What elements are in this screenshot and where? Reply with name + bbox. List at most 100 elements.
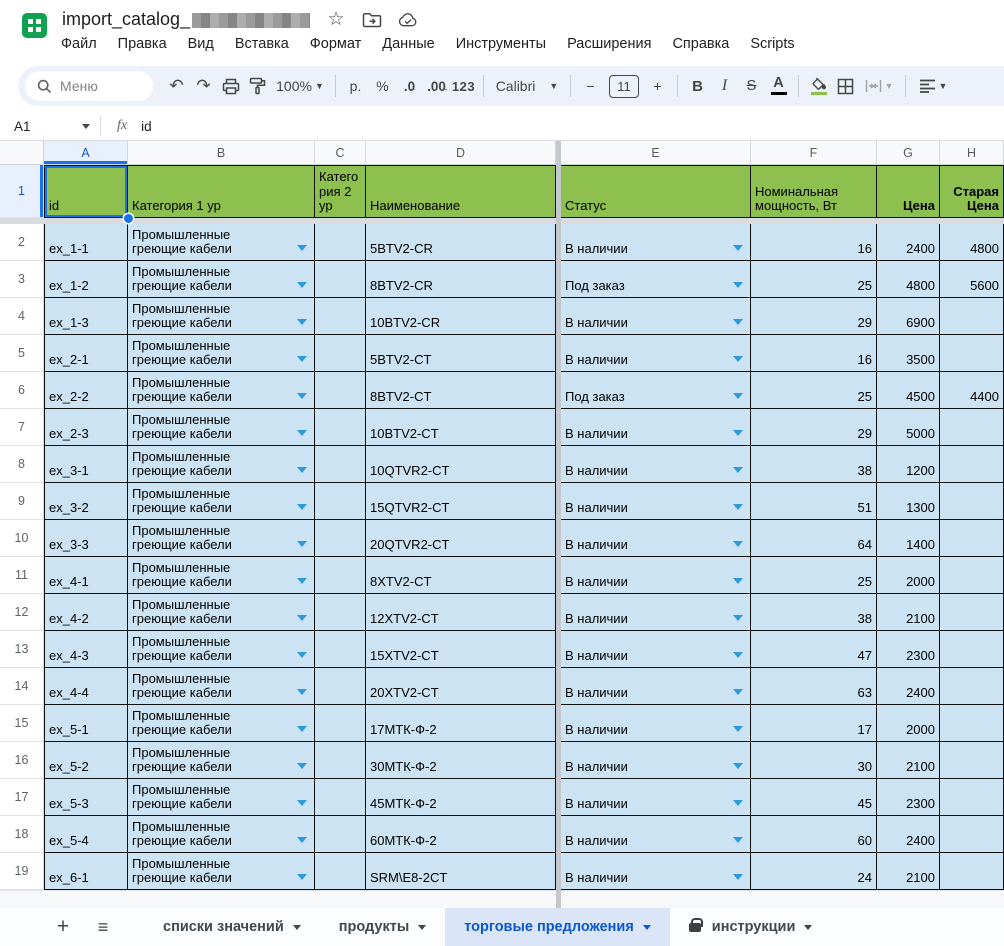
dropdown-arrow-icon[interactable]: [733, 319, 743, 325]
cell-id[interactable]: ex_4-2: [44, 594, 128, 631]
dropdown-arrow-icon[interactable]: [297, 541, 307, 547]
column-header-E[interactable]: E: [561, 141, 751, 165]
cell-id[interactable]: ex_3-2: [44, 483, 128, 520]
cell-status[interactable]: В наличии: [561, 705, 751, 742]
cell-price[interactable]: 2100: [877, 853, 940, 890]
cell-old-price[interactable]: [940, 483, 1004, 520]
cell-category1[interactable]: Промышленные греющие кабели: [128, 372, 315, 409]
cell-old-price[interactable]: 4400: [940, 372, 1004, 409]
font-size-input[interactable]: 11: [609, 75, 639, 98]
cell-category1[interactable]: Промышленные греющие кабели: [128, 779, 315, 816]
cell-price[interactable]: 2100: [877, 742, 940, 779]
dropdown-arrow-icon[interactable]: [297, 245, 307, 251]
cell-category1[interactable]: Промышленные греющие кабели: [128, 520, 315, 557]
cell-power[interactable]: 17: [751, 705, 877, 742]
row-header[interactable]: 4: [0, 298, 44, 335]
cell-status[interactable]: В наличии: [561, 779, 751, 816]
cell-category2[interactable]: [315, 705, 366, 742]
menu-item[interactable]: Вставка: [235, 36, 289, 52]
dropdown-arrow-icon[interactable]: [297, 615, 307, 621]
cell-status[interactable]: В наличии: [561, 520, 751, 557]
cell-price[interactable]: 1200: [877, 446, 940, 483]
cell-category2[interactable]: [315, 557, 366, 594]
column-header-D[interactable]: D: [366, 141, 556, 165]
cell-power[interactable]: 16: [751, 335, 877, 372]
row-header[interactable]: 5: [0, 335, 44, 372]
cell-category1[interactable]: Промышленные греющие кабели: [128, 483, 315, 520]
percent-format-button[interactable]: %: [369, 73, 396, 100]
cell-status[interactable]: В наличии: [561, 668, 751, 705]
menu-item[interactable]: Инструменты: [456, 36, 546, 52]
cell-status[interactable]: В наличии: [561, 631, 751, 668]
cell-old-price[interactable]: [940, 409, 1004, 446]
dropdown-arrow-icon[interactable]: [297, 430, 307, 436]
dropdown-arrow-icon[interactable]: [733, 282, 743, 288]
cell-name[interactable]: SRM\E8-2CT: [366, 853, 556, 890]
decrease-decimal-button[interactable]: .0←: [396, 73, 423, 100]
cell-category1[interactable]: Промышленные греющие кабели: [128, 335, 315, 372]
cell-id-header[interactable]: id: [44, 165, 128, 218]
dropdown-arrow-icon[interactable]: [297, 467, 307, 473]
cell-power[interactable]: 24: [751, 853, 877, 890]
cell-category2[interactable]: [315, 742, 366, 779]
cell-old-price[interactable]: [940, 631, 1004, 668]
merge-cells-button[interactable]: ▼: [859, 73, 899, 100]
dropdown-arrow-icon[interactable]: [733, 541, 743, 547]
search-input[interactable]: Меню: [25, 71, 153, 101]
cell-category2[interactable]: [315, 520, 366, 557]
dropdown-arrow-icon[interactable]: [733, 615, 743, 621]
cell-category2[interactable]: [315, 816, 366, 853]
row-header[interactable]: 16: [0, 742, 44, 779]
fill-handle[interactable]: [124, 214, 133, 223]
cell-category2[interactable]: [315, 594, 366, 631]
menu-item[interactable]: Справка: [672, 36, 729, 52]
cell-power[interactable]: 38: [751, 446, 877, 483]
dropdown-arrow-icon[interactable]: [297, 652, 307, 658]
cell-name[interactable]: 8XTV2-CT: [366, 557, 556, 594]
cell-id[interactable]: ex_1-2: [44, 261, 128, 298]
cell-id[interactable]: ex_5-2: [44, 742, 128, 779]
dropdown-arrow-icon[interactable]: [733, 800, 743, 806]
cell-category2[interactable]: [315, 483, 366, 520]
cell-category2[interactable]: [315, 261, 366, 298]
bold-button[interactable]: B: [684, 73, 711, 100]
cell-category1[interactable]: Промышленные греющие кабели: [128, 557, 315, 594]
cell-category2[interactable]: [315, 224, 366, 261]
dropdown-arrow-icon[interactable]: [733, 430, 743, 436]
cell-name[interactable]: 30МТК-Ф-2: [366, 742, 556, 779]
cell-category2[interactable]: [315, 853, 366, 890]
column-header-B[interactable]: B: [128, 141, 315, 165]
row-header[interactable]: 15: [0, 705, 44, 742]
row-header[interactable]: 18: [0, 816, 44, 853]
cell-id[interactable]: ex_3-3: [44, 520, 128, 557]
cell-id[interactable]: ex_1-3: [44, 298, 128, 335]
cell-category1-header[interactable]: Категория 1 ур: [128, 165, 315, 218]
chevron-down-icon[interactable]: [418, 925, 426, 930]
cell-status[interactable]: В наличии: [561, 594, 751, 631]
cell-category1[interactable]: Промышленные греющие кабели: [128, 816, 315, 853]
cell-status-header[interactable]: Статус: [561, 165, 751, 218]
cell-category2-header[interactable]: Категория 2 ур: [315, 165, 366, 218]
decrease-font-size-button[interactable]: −: [577, 73, 604, 100]
cell-id[interactable]: ex_4-4: [44, 668, 128, 705]
cell-category1[interactable]: Промышленные греющие кабели: [128, 742, 315, 779]
cell-old-price[interactable]: [940, 520, 1004, 557]
cell-category2[interactable]: [315, 668, 366, 705]
cell-status[interactable]: В наличии: [561, 446, 751, 483]
fill-color-button[interactable]: [805, 73, 832, 100]
row-header[interactable]: 1: [0, 165, 44, 218]
cell-name[interactable]: 60МТК-Ф-2: [366, 816, 556, 853]
cell-old-price[interactable]: [940, 742, 1004, 779]
font-select[interactable]: Calibri▼: [490, 73, 564, 100]
dropdown-arrow-icon[interactable]: [733, 652, 743, 658]
formula-input[interactable]: id: [141, 119, 152, 134]
cell-name[interactable]: 10QTVR2-CT: [366, 446, 556, 483]
paint-format-button[interactable]: [244, 73, 271, 100]
cell-category1[interactable]: Промышленные греющие кабели: [128, 705, 315, 742]
row-header[interactable]: 14: [0, 668, 44, 705]
chevron-down-icon[interactable]: [643, 925, 651, 930]
cell-power[interactable]: 63: [751, 668, 877, 705]
print-button[interactable]: [217, 73, 244, 100]
dropdown-arrow-icon[interactable]: [733, 726, 743, 732]
column-header-F[interactable]: F: [751, 141, 877, 165]
